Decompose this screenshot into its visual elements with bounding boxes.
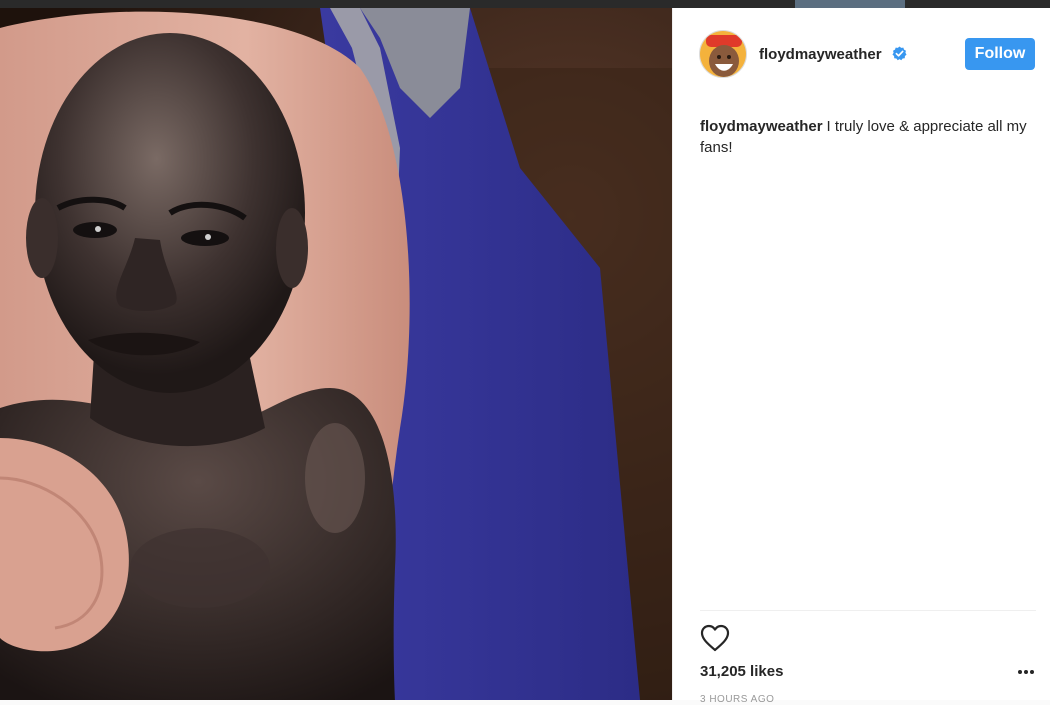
avatar[interactable]: [699, 30, 747, 78]
heart-icon[interactable]: [700, 624, 730, 652]
verified-badge-icon: [892, 46, 907, 61]
actions-divider: [700, 610, 1036, 611]
top-strip-tab: [795, 0, 905, 8]
post-author-username[interactable]: floydmayweather: [759, 46, 882, 63]
post-photo[interactable]: [0, 8, 672, 700]
tattoo-photo-illustration: [0, 8, 672, 700]
post-details-panel: floydmayweather Follow floydmayweather I …: [672, 8, 1050, 705]
caption-username[interactable]: floydmayweather: [700, 118, 823, 135]
browser-top-strip: [0, 0, 1050, 8]
avatar-image: [700, 31, 746, 77]
post-header: floydmayweather Follow: [673, 8, 1050, 92]
more-options-icon[interactable]: [1017, 664, 1035, 678]
likes-count[interactable]: 31,205 likes: [700, 663, 783, 680]
follow-button[interactable]: Follow: [965, 38, 1035, 70]
post-caption: floydmayweather I truly love & appreciate…: [700, 116, 1030, 158]
